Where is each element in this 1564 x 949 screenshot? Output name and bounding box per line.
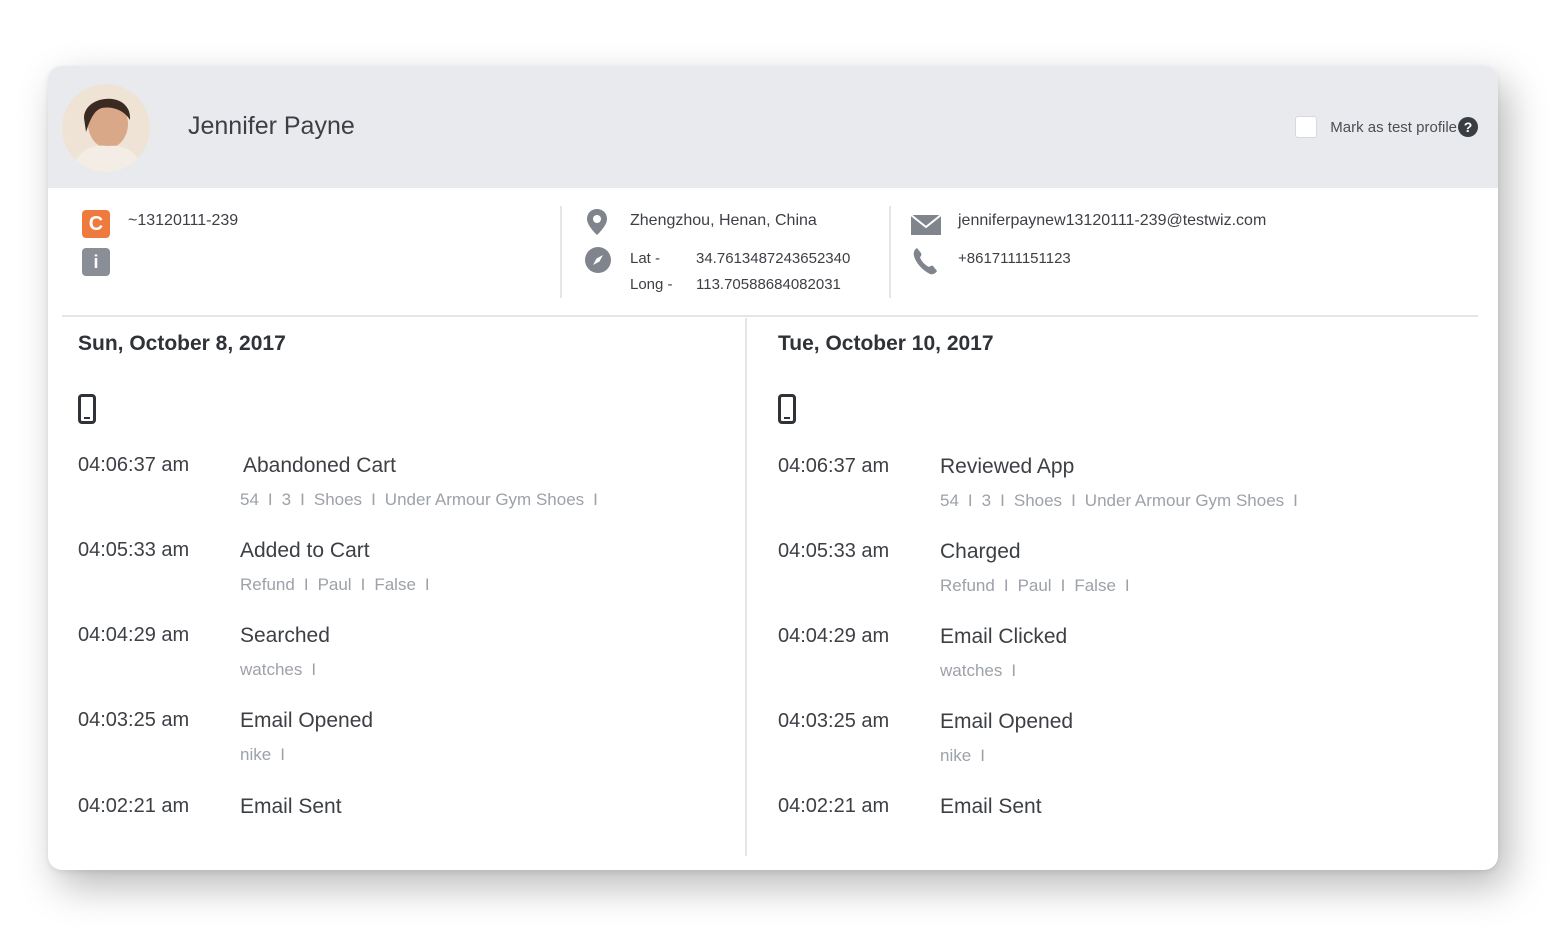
section-divider — [62, 315, 1478, 317]
event-time: 04:03:25 am — [78, 709, 190, 731]
event-name: Charged — [940, 540, 1021, 563]
event-property: Shoes — [1013, 491, 1063, 510]
event-properties: nike I — [240, 745, 285, 764]
event-name: Email Clicked — [940, 625, 1068, 648]
phone-number: +8617111151123 — [958, 250, 1071, 267]
profile-card: Jennifer Payne Mark as test profile ? C … — [48, 66, 1498, 870]
event-name: Reviewed App — [940, 455, 1075, 478]
event-time: 04:06:37 am — [778, 455, 890, 477]
mobile-device-icon — [78, 394, 96, 429]
event-properties: Refund I Paul I False I — [240, 575, 430, 594]
identity-value: ~13120111-239 — [128, 212, 239, 229]
info-divider — [560, 206, 562, 298]
event-time: 04:05:33 am — [78, 539, 190, 561]
profile-info: C i ~13120111-239 Zhengzhou, Henan, Chin… — [48, 188, 1498, 316]
event-property: 54 — [940, 491, 959, 510]
event-time: 04:02:21 am — [78, 795, 190, 817]
mobile-device-icon — [778, 394, 796, 429]
event-property: Under Armour Gym Shoes — [1084, 491, 1285, 510]
latitude-label: Lat - — [630, 250, 661, 267]
timeline-day: Sun, October 8, 2017 04:06:37 am Abandon… — [78, 332, 598, 818]
event-property: Shoes — [313, 490, 363, 509]
event-property: nike — [240, 745, 272, 764]
event-properties: watches I — [940, 661, 1017, 680]
event-property: 54 — [240, 490, 259, 509]
event-property: 3 — [281, 490, 292, 509]
event-property: Refund — [940, 576, 995, 595]
event-property: Paul — [317, 575, 352, 594]
event-name: Email Opened — [240, 709, 374, 732]
event-property: 3 — [981, 491, 992, 510]
profile-header: Jennifer Payne Mark as test profile ? — [48, 66, 1498, 188]
location-text: Zhengzhou, Henan, China — [630, 212, 817, 229]
longitude-value: 113.70588684082031 — [696, 276, 841, 293]
event-property: Paul — [1017, 576, 1052, 595]
event-properties: nike I — [940, 746, 985, 765]
phone-icon — [912, 246, 940, 281]
channel-badge-icon: C — [82, 210, 110, 238]
event-property: watches — [940, 661, 1003, 680]
event-name: Abandoned Cart — [243, 454, 396, 477]
event-properties: 54 I 3 I Shoes I Under Armour Gym Shoes I — [240, 490, 598, 509]
event-name: Email Opened — [940, 710, 1074, 733]
event-property: False — [374, 575, 416, 594]
event-property: Refund — [240, 575, 295, 594]
event-time: 04:04:29 am — [778, 625, 890, 647]
event-time: 04:02:21 am — [778, 795, 890, 817]
event-name: Added to Cart — [240, 539, 370, 562]
test-profile-checkbox[interactable] — [1295, 116, 1318, 138]
event-property: False — [1074, 576, 1116, 595]
event-time: 04:03:25 am — [778, 710, 890, 732]
event-properties: 54 I 3 I Shoes I Under Armour Gym Shoes I — [940, 491, 1298, 510]
profile-name: Jennifer Payne — [188, 112, 355, 140]
timeline-date: Sun, October 8, 2017 — [78, 332, 286, 355]
event-name: Email Sent — [240, 795, 342, 818]
timeline-divider — [745, 318, 747, 856]
info-divider — [889, 206, 891, 298]
latitude-value: 34.7613487243652340 — [696, 250, 851, 267]
email-address[interactable]: jenniferpaynew13120111-239@testwiz.com — [958, 212, 1266, 230]
timeline-day: Tue, October 10, 2017 04:06:37 am Review… — [778, 332, 1298, 818]
compass-icon — [584, 246, 612, 279]
event-time: 04:06:37 am — [78, 454, 190, 476]
event-properties: watches I — [240, 660, 317, 679]
timeline-date: Tue, October 10, 2017 — [778, 332, 994, 355]
event-property: watches — [240, 660, 303, 679]
location-pin-icon — [586, 208, 608, 241]
event-time: 04:04:29 am — [78, 624, 190, 646]
test-profile-label: Mark as test profile — [1330, 118, 1457, 136]
info-icon[interactable]: i — [82, 248, 110, 276]
event-name: Searched — [240, 624, 330, 647]
help-icon[interactable]: ? — [1458, 117, 1478, 137]
event-properties: Refund I Paul I False I — [940, 576, 1130, 595]
longitude-label: Long - — [630, 276, 673, 293]
mail-icon — [910, 214, 942, 241]
event-property: nike — [940, 746, 972, 765]
avatar — [62, 84, 150, 172]
event-property: Under Armour Gym Shoes — [384, 490, 585, 509]
test-profile-control: Mark as test profile ? — [1295, 116, 1478, 138]
event-name: Email Sent — [940, 795, 1042, 818]
event-time: 04:05:33 am — [778, 540, 890, 562]
